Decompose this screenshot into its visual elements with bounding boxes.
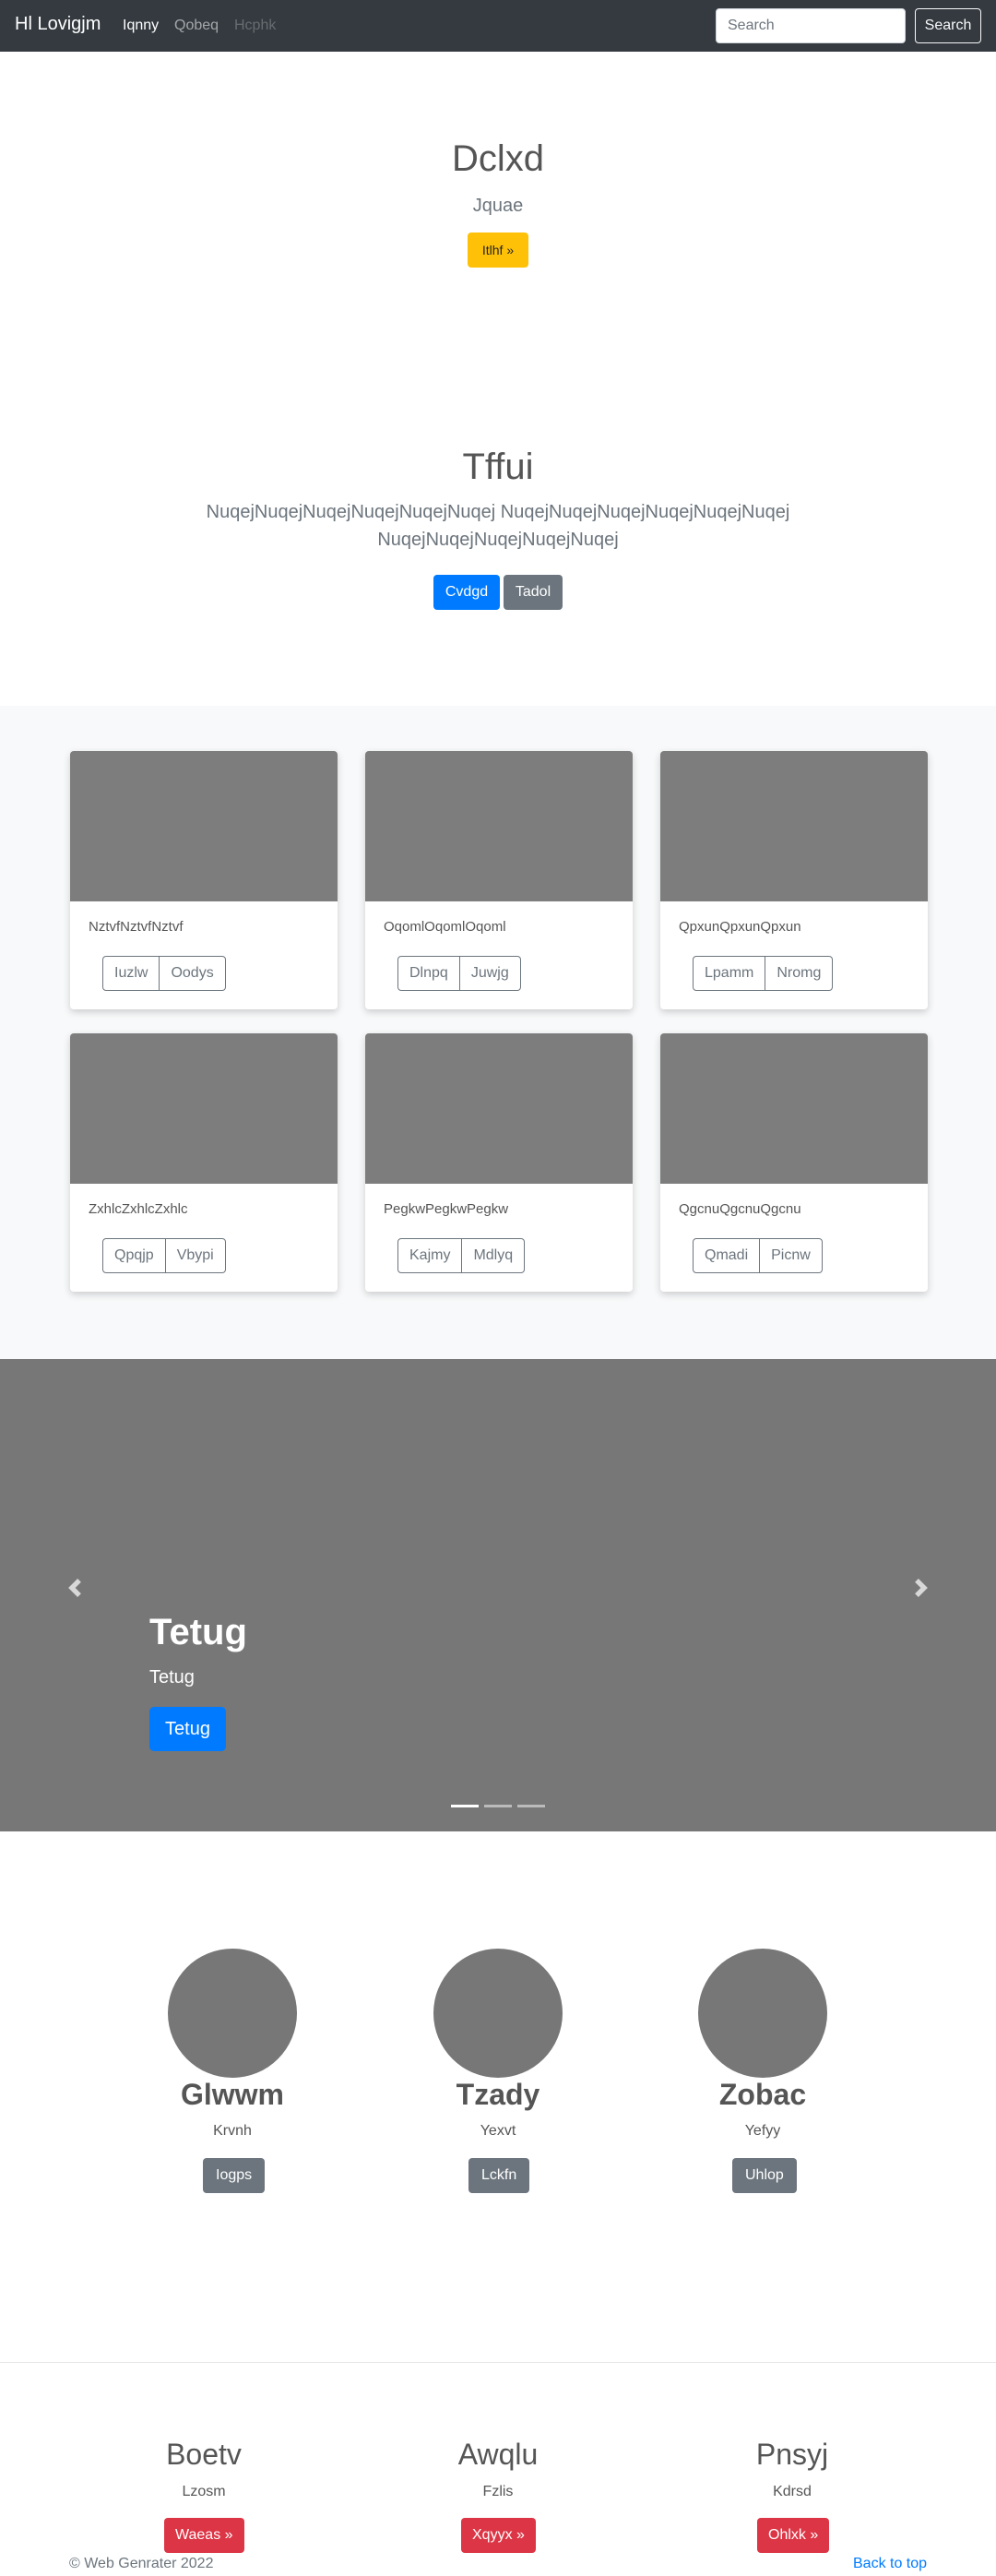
section-title: Tffui	[462, 447, 534, 487]
card-view-button[interactable]: Qpqjp	[102, 1238, 166, 1273]
avatar-placeholder	[433, 1949, 563, 2078]
carousel-indicator[interactable]	[484, 1805, 512, 1807]
card-image-placeholder	[365, 751, 633, 901]
search-input[interactable]	[716, 8, 906, 43]
card-text: PegkwPegkwPegkw	[384, 1201, 509, 1217]
feature-title: Boetv	[166, 2438, 242, 2471]
marketing-text: Krvnh	[213, 2123, 252, 2139]
marketing-title: Zobac	[718, 2078, 807, 2111]
card-edit-button[interactable]: Mdlyq	[462, 1238, 526, 1273]
card-image-placeholder	[365, 1033, 633, 1184]
card-button-group: Kajmy Mdlyq	[397, 1238, 526, 1273]
feature-button[interactable]: Ohlxk »	[757, 2518, 830, 2553]
marketing-button[interactable]: Uhlop	[732, 2158, 797, 2193]
card-button-group: Qmadi Picnw	[693, 1238, 823, 1273]
marketing-title: Tzady	[456, 2078, 540, 2111]
section-divider	[0, 2362, 996, 2363]
nav-link-iqnny[interactable]: Iqnny	[123, 18, 159, 34]
album-section: NztvfNztvfNztvf Iuzlw Oodys OqomlOqomlOq…	[0, 706, 996, 1359]
hero-button[interactable]: Itlhf »	[468, 233, 528, 268]
card-text: NztvfNztvfNztvf	[89, 919, 184, 935]
card-image-placeholder	[70, 1033, 338, 1184]
carousel-caption-text: Tetug	[149, 1667, 195, 1688]
card-edit-button[interactable]: Picnw	[760, 1238, 823, 1273]
marketing-title: Glwwm	[180, 2078, 284, 2111]
feature-button[interactable]: Waeas »	[164, 2518, 244, 2553]
card-text: QgcnuQgcnuQgcnu	[679, 1201, 801, 1217]
carousel-next-icon[interactable]	[912, 1579, 931, 1597]
card: ZxhlcZxhlcZxhlc Qpqjp Vbypi	[70, 1033, 338, 1292]
feature-text: Lzosm	[182, 2484, 226, 2499]
carousel-indicator[interactable]	[451, 1805, 479, 1807]
card-image-placeholder	[70, 751, 338, 901]
card-button-group: Iuzlw Oodys	[102, 956, 226, 991]
feature-text: Fzlis	[482, 2484, 514, 2499]
hero-title: Dclxd	[451, 138, 545, 179]
card-view-button[interactable]: Iuzlw	[102, 956, 160, 991]
card: OqomlOqomlOqoml Dlnpq Juwjg	[365, 751, 633, 1009]
nav-link-qobeq[interactable]: Qobeq	[174, 18, 219, 34]
feature-title: Awqlu	[457, 2438, 539, 2471]
card-button-group: Dlnpq Juwjg	[397, 956, 521, 991]
marketing-text: Yefyy	[744, 2123, 781, 2139]
footer-copyright: © Web Genrater 2022	[69, 2556, 214, 2571]
marketing-button[interactable]: Iogps	[203, 2158, 266, 2193]
card-edit-button[interactable]: Vbypi	[165, 1238, 226, 1273]
marketing-text: Yexvt	[480, 2123, 516, 2139]
card: NztvfNztvfNztvf Iuzlw Oodys	[70, 751, 338, 1009]
avatar-placeholder	[168, 1949, 297, 2078]
card-text: ZxhlcZxhlcZxhlc	[89, 1201, 188, 1217]
nav-link-hcphk: Hcphk	[234, 18, 277, 33]
navbar: Hl Lovigjm Iqnny Qobeq Hcphk Search	[0, 0, 996, 52]
carousel-indicator[interactable]	[517, 1805, 545, 1807]
card-button-group: Qpqjp Vbypi	[102, 1238, 226, 1273]
card-image-placeholder	[660, 1033, 928, 1184]
carousel-prev-icon[interactable]	[65, 1579, 84, 1597]
navbar-brand[interactable]: Hl Lovigjm	[15, 14, 101, 35]
avatar-placeholder	[698, 1949, 827, 2078]
feature-text: Kdrsd	[773, 2484, 812, 2499]
search-button[interactable]: Search	[915, 8, 981, 43]
card-text: OqomlOqomlOqoml	[384, 919, 506, 935]
card-view-button[interactable]: Kajmy	[397, 1238, 463, 1273]
card-view-button[interactable]: Qmadi	[693, 1238, 761, 1273]
back-to-top-link[interactable]: Back to top	[853, 2556, 927, 2572]
feature-button[interactable]: Xqyyx »	[461, 2518, 536, 2553]
card-text: QpxunQpxunQpxun	[679, 919, 801, 935]
secondary-button[interactable]: Tadol	[504, 575, 563, 610]
feature-title: Pnsyj	[755, 2438, 829, 2471]
card: QgcnuQgcnuQgcnu Qmadi Picnw	[660, 1033, 928, 1292]
card-view-button[interactable]: Dlnpq	[397, 956, 460, 991]
card-view-button[interactable]: Lpamm	[693, 956, 766, 991]
hero-subtitle: Jquae	[472, 196, 524, 216]
marketing-button[interactable]: Lckfn	[468, 2158, 530, 2193]
card-edit-button[interactable]: Oodys	[160, 956, 226, 991]
card-image-placeholder	[660, 751, 928, 901]
card: PegkwPegkwPegkw Kajmy Mdlyq	[365, 1033, 633, 1292]
card-edit-button[interactable]: Nromg	[765, 956, 834, 991]
section-lead: NuqejNuqejNuqejNuqejNuqejNuqej NuqejNuqe…	[206, 502, 790, 550]
card-edit-button[interactable]: Juwjg	[459, 956, 521, 991]
primary-button[interactable]: Cvdgd	[433, 575, 500, 610]
carousel: Tetug Tetug Tetug	[0, 1359, 996, 1831]
carousel-caption-button[interactable]: Tetug	[149, 1707, 226, 1751]
card: QpxunQpxunQpxun Lpamm Nromg	[660, 751, 928, 1009]
carousel-caption-title: Tetug	[149, 1612, 247, 1652]
card-button-group: Lpamm Nromg	[693, 956, 834, 991]
